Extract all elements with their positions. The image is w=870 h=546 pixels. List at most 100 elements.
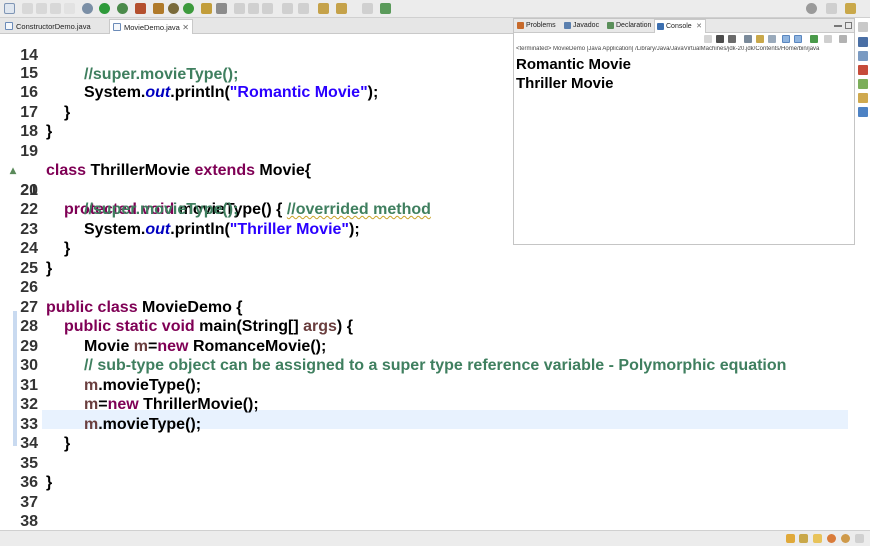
java-perspective-icon[interactable]	[845, 3, 856, 14]
progress-icon[interactable]	[858, 79, 868, 89]
notifications-icon[interactable]	[855, 534, 864, 543]
line-code: m.movieType();	[84, 376, 202, 394]
console-view-icon[interactable]	[858, 107, 868, 117]
code-line: 38	[0, 493, 38, 530]
code-line: 15 System.out.println("Romantic Movie");	[0, 44, 378, 102]
word-wrap-icon[interactable]	[768, 35, 776, 43]
problems-icon	[517, 22, 524, 29]
line-code: }	[46, 259, 53, 277]
tip-icon[interactable]	[786, 534, 795, 543]
help-icon[interactable]	[827, 534, 836, 543]
bookmark-icon[interactable]	[799, 534, 808, 543]
pin-console-icon[interactable]	[810, 35, 818, 43]
new-java-project-icon[interactable]	[153, 3, 164, 14]
new-file-icon[interactable]	[4, 3, 15, 14]
tab-label: Problems	[526, 22, 556, 29]
terminate-icon[interactable]	[704, 35, 712, 43]
quick-access-icon[interactable]	[806, 3, 817, 14]
forward-icon[interactable]	[362, 3, 373, 14]
toggle-breadcrumb-icon[interactable]	[234, 3, 245, 14]
display-console-icon[interactable]	[824, 35, 832, 43]
main-toolbar	[0, 0, 870, 18]
outline-icon[interactable]	[858, 37, 868, 47]
pin-editor-icon[interactable]	[380, 3, 391, 14]
tab-moviedemo[interactable]: MovieDemo.java ✕	[109, 19, 193, 34]
javadoc-icon	[564, 22, 571, 29]
tab-javadoc[interactable]: Javadoc	[562, 19, 604, 33]
code-line: 39	[0, 512, 18, 530]
remove-launch-icon[interactable]	[716, 35, 724, 43]
new-class-icon[interactable]	[183, 3, 194, 14]
line-code: m=new ThrillerMovie();	[84, 396, 259, 413]
task-list-icon[interactable]	[858, 51, 868, 61]
code-line: 36	[0, 454, 38, 491]
line-code: System.out.println("Thriller Movie");	[84, 220, 360, 238]
scroll-lock-icon[interactable]	[756, 35, 764, 43]
close-tab-icon[interactable]: ✕	[182, 20, 189, 35]
show-whitespace-icon[interactable]	[262, 3, 273, 14]
code-line: 37	[0, 473, 38, 511]
code-line: 23 }	[0, 200, 70, 258]
tab-label: Javadoc	[573, 22, 600, 29]
code-line: 25	[0, 239, 38, 277]
code-line: 24 }	[0, 220, 52, 277]
tab-label: ConstructorDemo.java	[16, 22, 91, 31]
tab-declaration[interactable]: Declaration	[605, 19, 653, 33]
maximize-icon[interactable]	[845, 22, 852, 29]
show-stderr-icon[interactable]	[794, 35, 802, 43]
line-code: Movie m=new RomanceMovie();	[84, 337, 327, 355]
save-icon[interactable]	[22, 3, 33, 14]
open-type-icon[interactable]	[201, 3, 212, 14]
tab-label: Declaration	[616, 22, 652, 29]
open-perspective-icon[interactable]	[826, 3, 837, 14]
tab-problems[interactable]: Problems	[515, 19, 561, 33]
line-code: class ThrillerMovie extends Movie{	[46, 162, 311, 179]
console-output-line: Thriller Movie	[516, 75, 614, 92]
minimize-icon[interactable]	[834, 25, 842, 33]
code-line: 19 class ThrillerMovie extends Movie{	[0, 122, 311, 180]
print-icon[interactable]	[50, 3, 61, 14]
code-line: ▴ 20 protected void movieType() { //over…	[0, 142, 431, 218]
code-line: 33 }	[0, 395, 70, 453]
back-icon[interactable]	[336, 3, 347, 14]
restore-icon[interactable]	[858, 22, 868, 32]
markers-icon[interactable]	[858, 65, 868, 75]
console-output-line: Romantic Movie	[516, 56, 632, 73]
last-edit-icon[interactable]	[318, 3, 329, 14]
search-icon[interactable]	[216, 3, 227, 14]
close-tab-icon[interactable]: ✕	[696, 20, 702, 34]
show-stdout-icon[interactable]	[782, 35, 790, 43]
status-bar	[0, 530, 870, 546]
code-line: 31 m=new ThrillerMovie();	[0, 356, 259, 414]
right-trim-stack	[856, 18, 870, 118]
clear-console-icon[interactable]	[744, 35, 752, 43]
tab-label: Console	[666, 23, 692, 30]
new-package-icon[interactable]	[168, 3, 179, 14]
remove-all-icon[interactable]	[728, 35, 736, 43]
code-line: 32 m.movieType();	[0, 376, 201, 433]
line-code: }	[46, 474, 53, 491]
build-icon[interactable]	[64, 3, 75, 14]
tab-console[interactable]: Console ✕	[654, 19, 706, 33]
coverage-icon[interactable]	[117, 3, 128, 14]
code-line: 21 //super.movieType();	[0, 161, 238, 219]
debug-icon[interactable]	[82, 3, 93, 14]
console-status-text: <terminated> MovieDemo [Java Application…	[516, 46, 820, 52]
external-tools-icon[interactable]	[135, 3, 146, 14]
open-console-icon[interactable]	[839, 35, 847, 43]
line-code: public static void main(String[] args) {	[64, 318, 353, 335]
line-code: // sub-type object can be assigned to a …	[84, 357, 787, 374]
search-view-icon[interactable]	[858, 93, 868, 103]
tab-constructordemo[interactable]: ConstructorDemo.java	[2, 19, 108, 34]
line-code: //super.movieType();	[84, 66, 239, 83]
next-annotation-icon[interactable]	[282, 3, 293, 14]
console-toolbar	[514, 33, 854, 45]
java-file-icon	[5, 22, 13, 30]
run-icon[interactable]	[99, 3, 110, 14]
tasks-icon[interactable]	[813, 534, 822, 543]
previous-annotation-icon[interactable]	[298, 3, 309, 14]
save-all-icon[interactable]	[36, 3, 47, 14]
mark-occurrences-icon[interactable]	[248, 3, 259, 14]
settings-icon[interactable]	[841, 534, 850, 543]
line-code: }	[46, 123, 53, 140]
